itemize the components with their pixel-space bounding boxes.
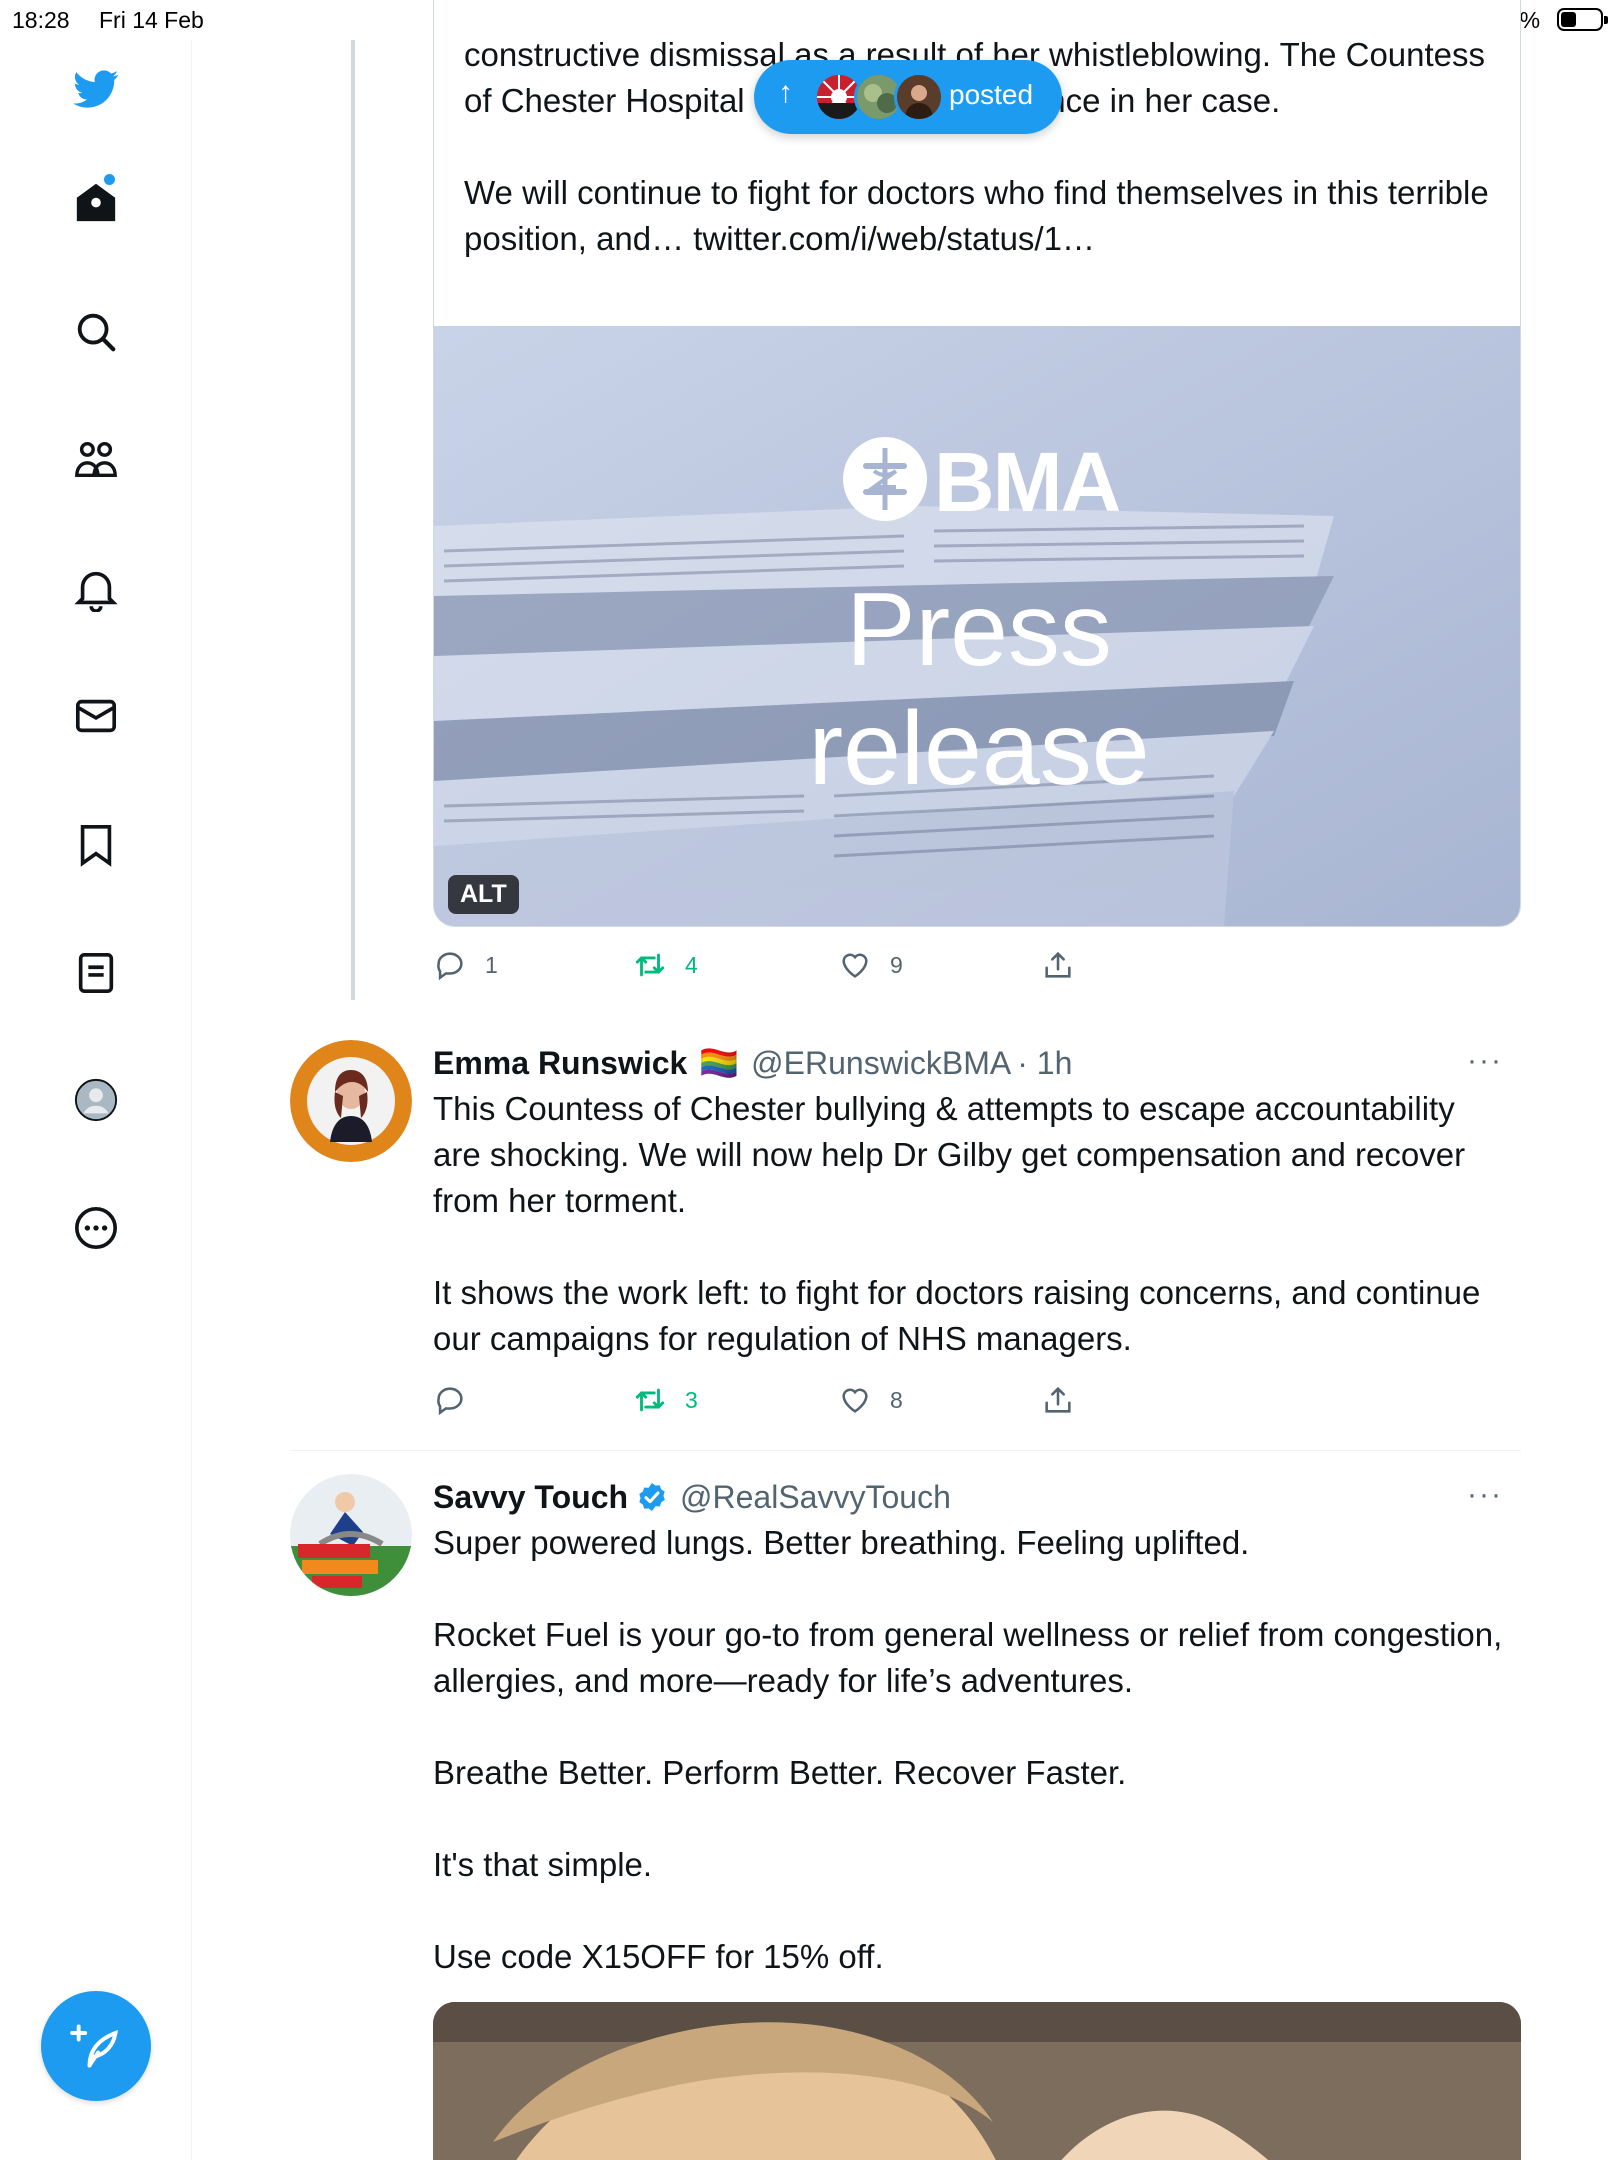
retweet-icon bbox=[635, 1388, 665, 1412]
retweet-icon bbox=[635, 953, 665, 977]
messages-mail-icon[interactable] bbox=[66, 686, 126, 746]
battery-icon bbox=[1557, 8, 1608, 31]
retweet-button[interactable]: 3 bbox=[633, 1380, 698, 1420]
rainbow-flag-icon: 🏳️‍🌈 bbox=[699, 1045, 740, 1081]
home-icon[interactable] bbox=[66, 172, 126, 232]
compose-tweet-button[interactable] bbox=[41, 1991, 151, 2101]
tweet-header: Savvy Touch @RealSavvyTouch bbox=[433, 1474, 951, 1520]
new-posts-pill[interactable]: ↑ posted bbox=[754, 60, 1062, 134]
press-release-image[interactable]: BMA Press release ALT bbox=[434, 326, 1520, 926]
press-release-headline: Press release bbox=[808, 572, 1150, 807]
like-count: 8 bbox=[890, 1386, 903, 1413]
tweet-emma-runswick[interactable]: Emma Runswick 🏳️‍🌈 @ERunswickBMA · 1h ··… bbox=[290, 1040, 1521, 1430]
avatar[interactable] bbox=[290, 1474, 412, 1596]
tweet-timestamp[interactable]: · 1h bbox=[1017, 1045, 1072, 1082]
tweet-text: This Countess of Chester bullying & atte… bbox=[433, 1090, 1481, 1357]
twitter-logo-icon[interactable] bbox=[66, 59, 126, 119]
video-frame-illustration bbox=[433, 2002, 1521, 2160]
bma-logo-icon bbox=[843, 437, 927, 521]
ad-video-thumbnail[interactable] bbox=[433, 2002, 1521, 2160]
thread-connector-line bbox=[351, 40, 355, 1000]
display-name[interactable]: Savvy Touch bbox=[433, 1479, 628, 1516]
verified-badge-icon bbox=[639, 1483, 665, 1511]
like-button[interactable]: 9 bbox=[838, 945, 903, 985]
tweet-header: Emma Runswick 🏳️‍🌈 @ERunswickBMA · 1h bbox=[433, 1040, 1072, 1086]
reply-icon bbox=[437, 952, 463, 981]
quoted-tweet-card[interactable]: constructive dismissal as a result of he… bbox=[433, 0, 1521, 927]
tweet-text: Super powered lungs. Better breathing. F… bbox=[433, 1524, 1503, 1975]
bma-logo-text: BMA bbox=[934, 435, 1121, 529]
feather-plus-icon bbox=[70, 2024, 118, 2068]
lists-icon[interactable] bbox=[66, 943, 126, 1003]
user-handle[interactable]: @RealSavvyTouch bbox=[680, 1479, 951, 1516]
share-button[interactable] bbox=[1041, 945, 1075, 985]
more-options-icon[interactable] bbox=[66, 1198, 126, 1258]
home-notification-dot bbox=[104, 174, 115, 185]
status-time: 18:28 bbox=[12, 7, 70, 33]
retweet-count: 3 bbox=[685, 1386, 698, 1413]
search-icon[interactable] bbox=[66, 302, 126, 362]
posted-label: posted bbox=[949, 79, 1034, 110]
tweet-more-icon[interactable]: ··· bbox=[1467, 1478, 1503, 1512]
retweet-count: 4 bbox=[685, 951, 698, 978]
status-date: Fri 14 Feb bbox=[99, 7, 204, 33]
like-count: 9 bbox=[890, 951, 903, 978]
reply-count: 1 bbox=[485, 951, 498, 978]
reply-button[interactable] bbox=[433, 1380, 485, 1420]
share-button[interactable] bbox=[1041, 1380, 1075, 1420]
share-icon bbox=[1045, 951, 1071, 978]
quoted-tweet-actions: 1 4 9 bbox=[433, 945, 1113, 985]
reply-icon bbox=[437, 1387, 463, 1416]
tweet-divider bbox=[290, 1450, 1521, 1451]
reply-button[interactable]: 1 bbox=[433, 945, 498, 985]
tweet-savvy-touch[interactable]: Savvy Touch @RealSavvyTouch ··· Super po… bbox=[290, 1474, 1521, 1975]
like-button[interactable]: 8 bbox=[838, 1380, 903, 1420]
notifications-bell-icon[interactable] bbox=[66, 559, 126, 619]
sidebar-nav bbox=[0, 40, 192, 2160]
profile-avatar-icon[interactable] bbox=[66, 1070, 126, 1130]
retweet-button[interactable]: 4 bbox=[633, 945, 698, 985]
bookmark-icon[interactable] bbox=[66, 815, 126, 875]
heart-icon bbox=[842, 1388, 868, 1413]
alt-text-badge[interactable]: ALT bbox=[448, 875, 519, 914]
display-name[interactable]: Emma Runswick bbox=[433, 1045, 687, 1082]
user-handle[interactable]: @ERunswickBMA bbox=[751, 1045, 1011, 1082]
arrow-up-icon: ↑ bbox=[778, 76, 793, 109]
tweet-actions-emma: 3 8 bbox=[433, 1380, 1113, 1420]
communities-icon[interactable] bbox=[66, 430, 126, 490]
tweet-more-icon[interactable]: ··· bbox=[1467, 1044, 1503, 1078]
avatar[interactable] bbox=[290, 1040, 412, 1162]
share-icon bbox=[1045, 1386, 1071, 1413]
poster-avatar-3 bbox=[894, 72, 944, 122]
heart-icon bbox=[842, 953, 868, 978]
